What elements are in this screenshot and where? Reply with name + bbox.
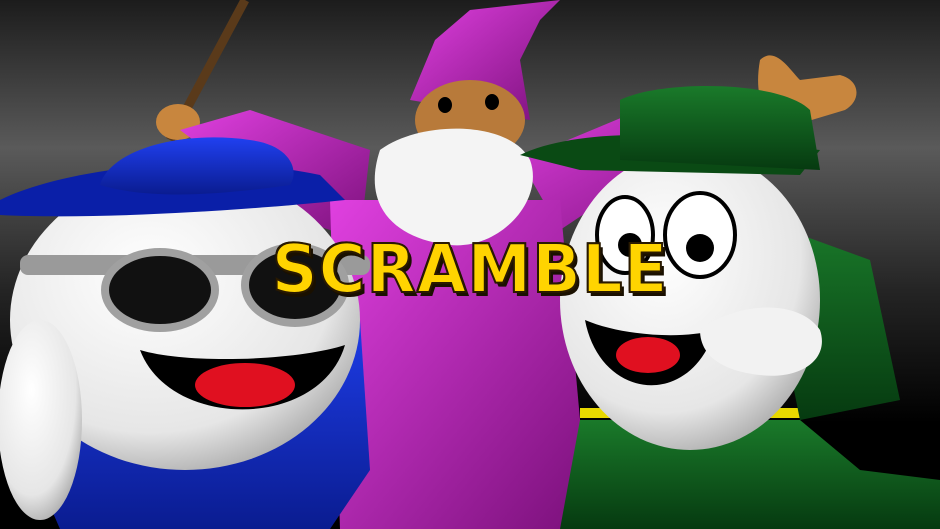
green-egg-pants bbox=[560, 420, 940, 529]
game-screen: SCRAMBLE bbox=[0, 0, 940, 529]
blue-egg-arm bbox=[0, 320, 82, 520]
green-cap-crown bbox=[620, 86, 820, 170]
blue-hat-crown bbox=[100, 137, 294, 195]
game-title: SCRAMBLE bbox=[271, 231, 669, 309]
wizard-left-eye bbox=[438, 97, 452, 113]
wizard-right-eye bbox=[485, 94, 499, 110]
blue-egg-tongue bbox=[195, 363, 295, 407]
blue-egg-character bbox=[0, 137, 370, 529]
green-egg-tongue bbox=[616, 337, 680, 373]
